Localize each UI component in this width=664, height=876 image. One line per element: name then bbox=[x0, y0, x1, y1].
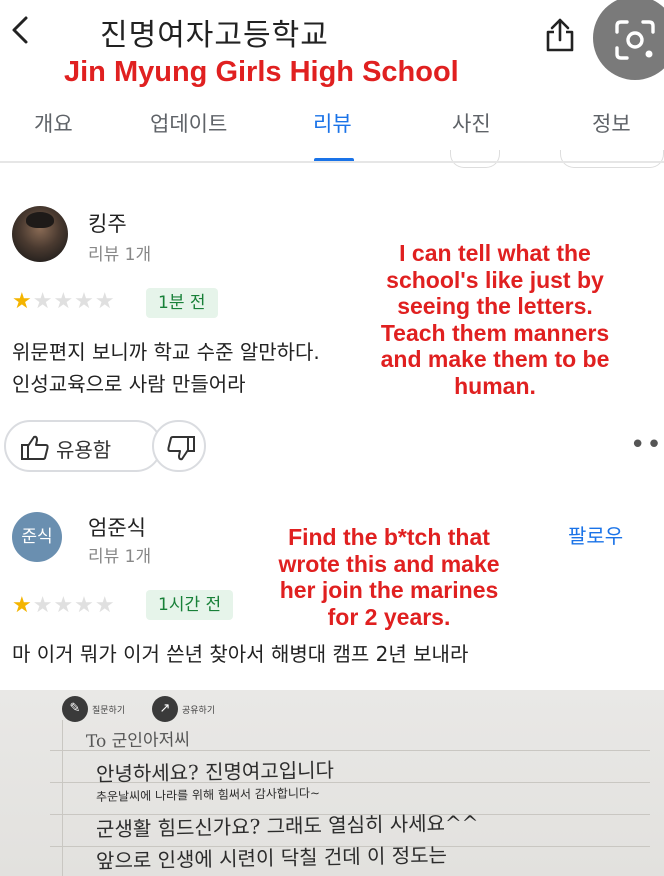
page-title: 진명여자고등학교 bbox=[100, 18, 329, 53]
helpful-button[interactable]: 유용함 bbox=[4, 420, 162, 472]
edit-icon: ✎ bbox=[62, 696, 88, 722]
review-author[interactable]: 엄준식 bbox=[88, 512, 146, 542]
review-translation: I can tell what the school's like just b… bbox=[380, 240, 610, 399]
paper-margin-line bbox=[62, 720, 63, 876]
share-button[interactable]: ↗ 공유하기 bbox=[152, 696, 215, 722]
lens-icon bbox=[615, 20, 655, 60]
letter-line: To 군인아저씨 bbox=[85, 730, 191, 752]
review-text: 마 이거 뭐가 이거 쓴년 찾아서 해병대 캠프 2년 보내라 bbox=[12, 642, 469, 666]
thumbs-up-icon bbox=[21, 435, 49, 460]
not-helpful-button[interactable] bbox=[152, 420, 206, 472]
filter-chip[interactable] bbox=[450, 150, 500, 168]
tab-info[interactable]: 정보 bbox=[592, 108, 631, 138]
letter-line: 앞으로 인생에 시련이 닥칠 건데 이 정도는 bbox=[95, 842, 448, 874]
review-author[interactable]: 킹주 bbox=[88, 208, 127, 238]
divider bbox=[0, 161, 664, 163]
star-rating: ★★★★★ bbox=[12, 593, 116, 618]
tab-photos[interactable]: 사진 bbox=[452, 108, 491, 138]
avatar[interactable]: 준식 bbox=[12, 512, 62, 562]
filter-chip[interactable] bbox=[560, 150, 664, 168]
letter-line: 추운날씨에 나라를 위해 힘써서 감사합니다~ bbox=[95, 786, 321, 804]
letter-photo[interactable]: ✎ 질문하기 ↗ 공유하기 To 군인아저씨 안녕하세요? 진명여고입니다 추운날씨… bbox=[0, 690, 664, 876]
review-count: 리뷰 1개 bbox=[88, 547, 152, 567]
share-icon[interactable] bbox=[542, 16, 578, 56]
follow-button[interactable]: 팔로우 bbox=[568, 520, 623, 549]
more-icon[interactable]: ••• bbox=[630, 430, 664, 460]
letter-line: 군생활 힘드신가요? 그래도 열심히 사세요^^ bbox=[95, 810, 479, 842]
title-translation: Jin Myung Girls High School bbox=[64, 56, 459, 88]
review-count: 리뷰 1개 bbox=[88, 245, 152, 265]
time-badge: 1시간 전 bbox=[146, 590, 234, 620]
back-icon[interactable] bbox=[6, 10, 36, 50]
tab-updates[interactable]: 업데이트 bbox=[150, 108, 227, 138]
time-badge: 1분 전 bbox=[146, 288, 218, 318]
lens-button[interactable] bbox=[593, 0, 664, 80]
helpful-label: 유용함 bbox=[56, 438, 112, 462]
tab-reviews[interactable]: 리뷰 bbox=[313, 108, 352, 138]
letter-line: 안녕하세요? 진명여고입니다 bbox=[95, 757, 335, 787]
ask-button[interactable]: ✎ 질문하기 bbox=[62, 696, 125, 722]
star-rating: ★★★★★ bbox=[12, 289, 116, 314]
thumbs-down-icon bbox=[167, 436, 195, 461]
avatar[interactable] bbox=[12, 206, 68, 262]
review-text: 위문편지 보니까 학교 수준 알만하다. 인성교육으로 사람 만들어라 bbox=[12, 340, 320, 396]
share-icon: ↗ bbox=[152, 696, 178, 722]
review-translation: Find the b*tch that wrote this and make … bbox=[278, 524, 500, 630]
tab-overview[interactable]: 개요 bbox=[34, 108, 73, 138]
